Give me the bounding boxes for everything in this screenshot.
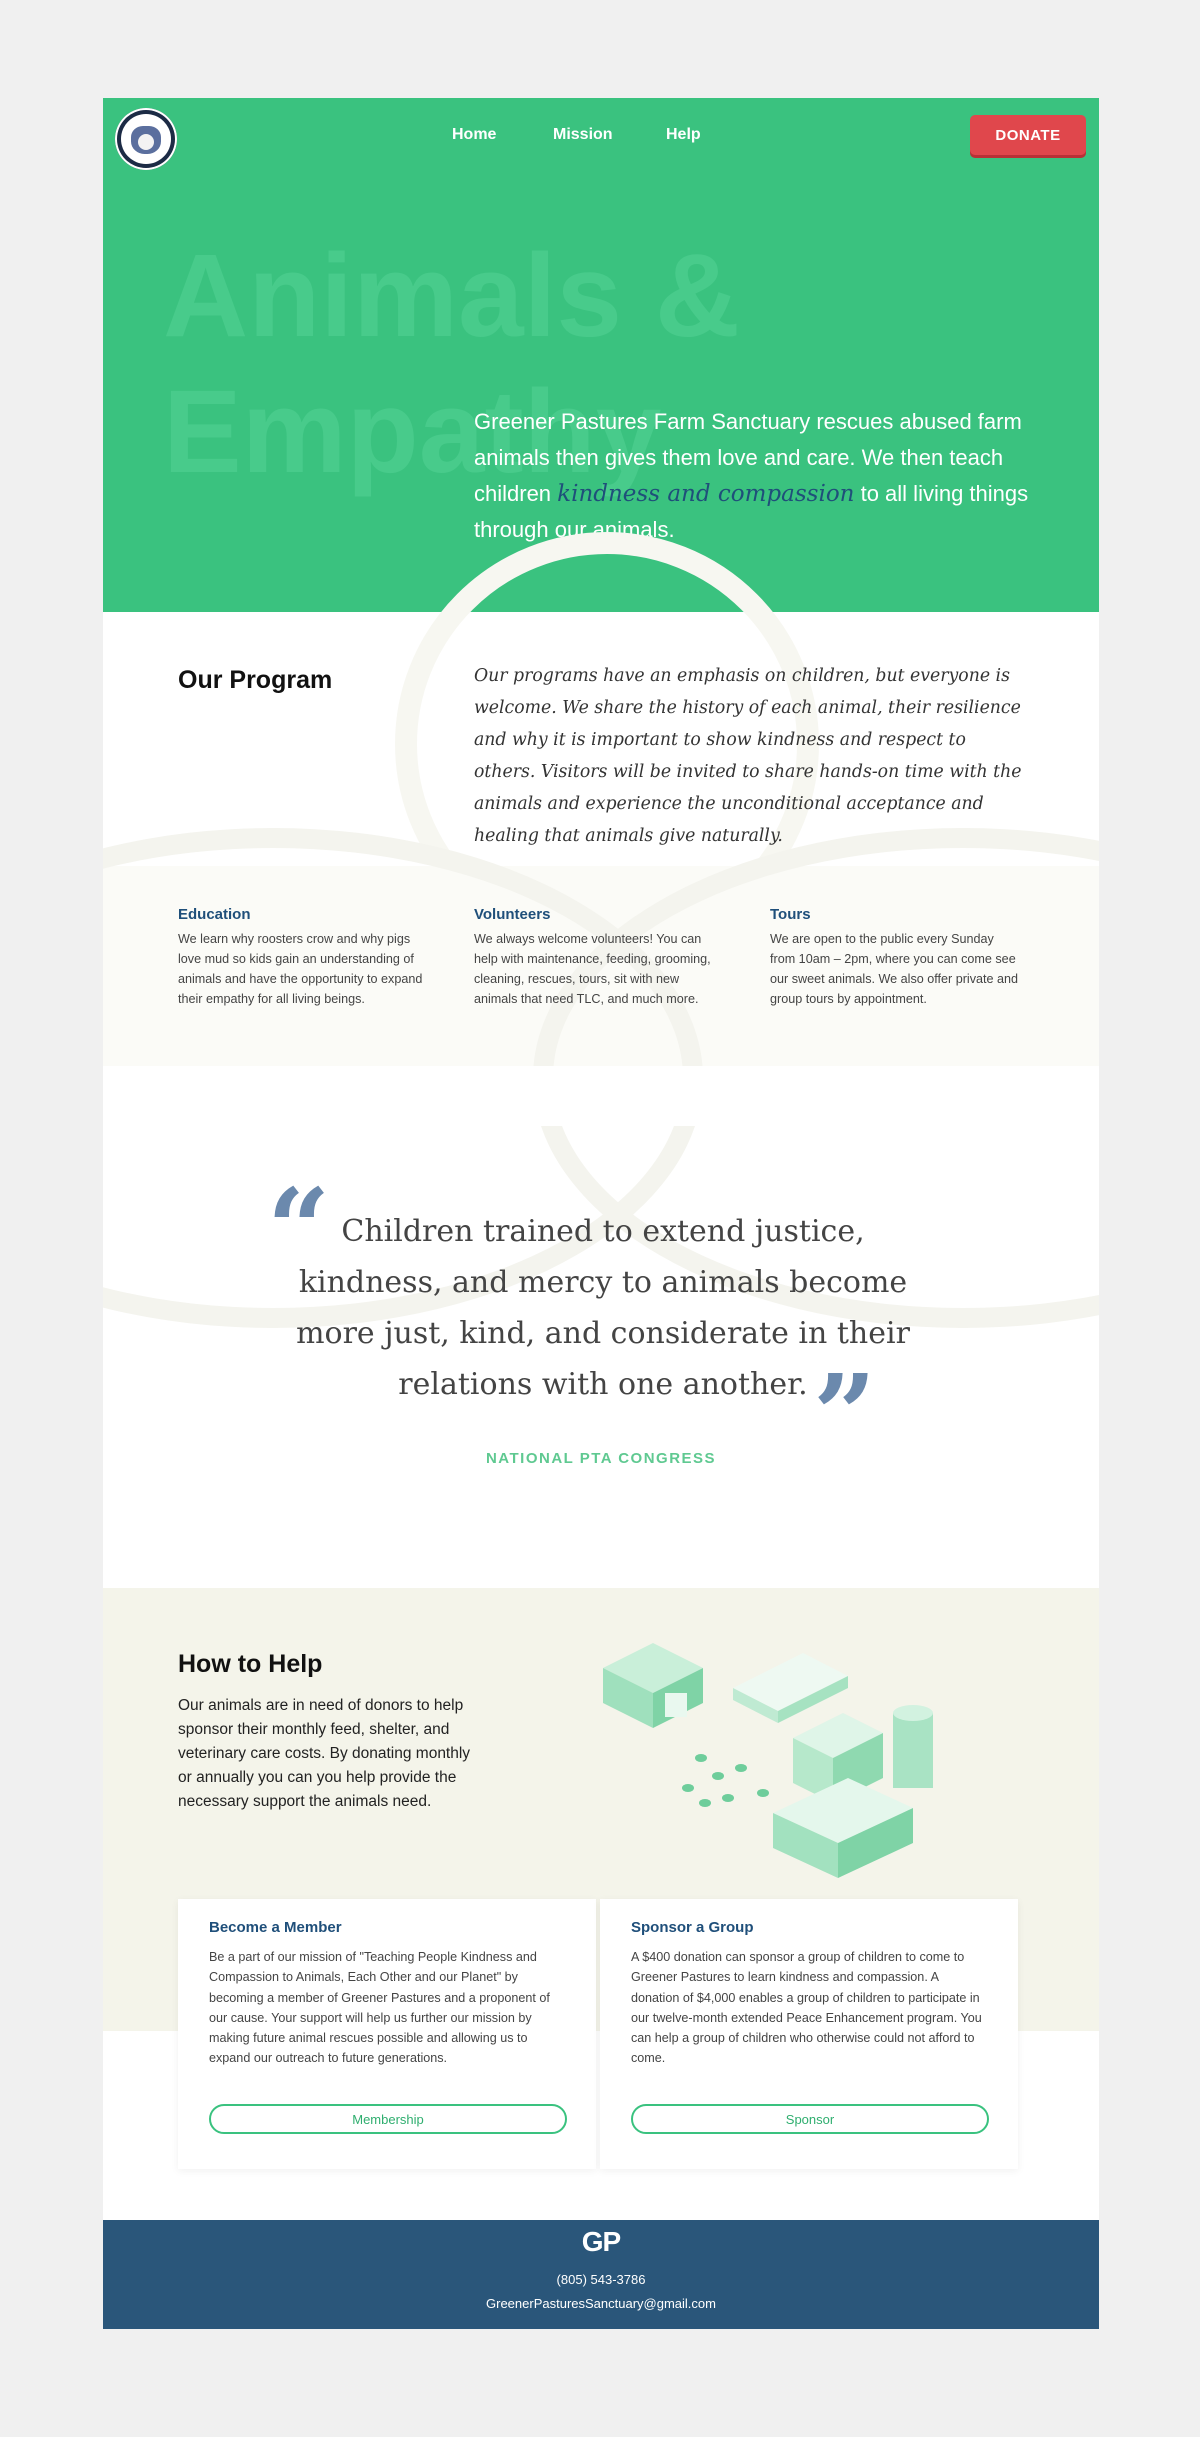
hero-bg-line1: Animals &: [163, 230, 741, 362]
sponsor-button[interactable]: Sponsor: [631, 2104, 989, 2134]
nav-home[interactable]: Home: [452, 126, 496, 144]
card-become-member: Become a Member Be a part of our mission…: [178, 1899, 596, 2169]
long-shed: [733, 1653, 848, 1723]
nav-help[interactable]: Help: [666, 126, 701, 144]
footer: GP (805) 543-3786 GreenerPasturesSanctua…: [103, 2220, 1099, 2329]
program-column-education: Education We learn why roosters crow and…: [178, 906, 428, 1009]
card-title: Sponsor a Group: [631, 1919, 754, 1936]
hero-description: Greener Pastures Farm Sanctuary rescues …: [474, 404, 1034, 548]
help-title: How to Help: [178, 1650, 323, 1678]
barn-left: [603, 1643, 703, 1728]
quote-source: NATIONAL PTA CONGRESS: [485, 1450, 717, 1467]
program-description: Our programs have an emphasis on childre…: [474, 666, 1022, 846]
card-text: A $400 donation can sponsor a group of c…: [631, 1950, 982, 2066]
silo: [893, 1705, 933, 1788]
column-text: We always welcome volunteers! You can he…: [474, 932, 711, 1006]
column-title: Tours: [770, 906, 811, 923]
farm-illustration: [603, 1643, 933, 1878]
page: Home Mission Help DONATE Animals & Empat…: [103, 98, 1099, 2329]
hero-text-emphasis: kindness and compassion: [557, 481, 855, 507]
card-text: Be a part of our mission of "Teaching Pe…: [209, 1950, 550, 2066]
footer-email[interactable]: GreenerPasturesSanctuary@gmail.com: [103, 2296, 1099, 2311]
help-description: Our animals are in need of donors to hel…: [178, 1697, 471, 1810]
program-title: Our Program: [178, 666, 333, 694]
column-text: We are open to the public every Sunday f…: [770, 932, 1019, 1006]
column-title: Volunteers: [474, 906, 551, 923]
farm-animals: [682, 1754, 769, 1807]
card-title: Become a Member: [209, 1919, 342, 1936]
column-text: We learn why roosters crow and why pigs …: [178, 932, 423, 1006]
program-column-tours: Tours We are open to the public every Su…: [770, 906, 1020, 1009]
footer-phone[interactable]: (805) 543-3786: [103, 2272, 1099, 2287]
card-sponsor-group: Sponsor a Group A $400 donation can spon…: [600, 1899, 1018, 2169]
donate-button[interactable]: DONATE: [970, 115, 1086, 155]
main-nav: Home Mission Help: [103, 126, 1099, 150]
big-barn: [773, 1778, 913, 1878]
column-title: Education: [178, 906, 251, 923]
arc-mask: [103, 1066, 1099, 1126]
membership-button[interactable]: Membership: [209, 2104, 567, 2134]
program-column-volunteers: Volunteers We always welcome volunteers!…: [474, 906, 724, 1009]
nav-mission[interactable]: Mission: [553, 126, 613, 144]
footer-logo: GP: [581, 2226, 621, 2257]
